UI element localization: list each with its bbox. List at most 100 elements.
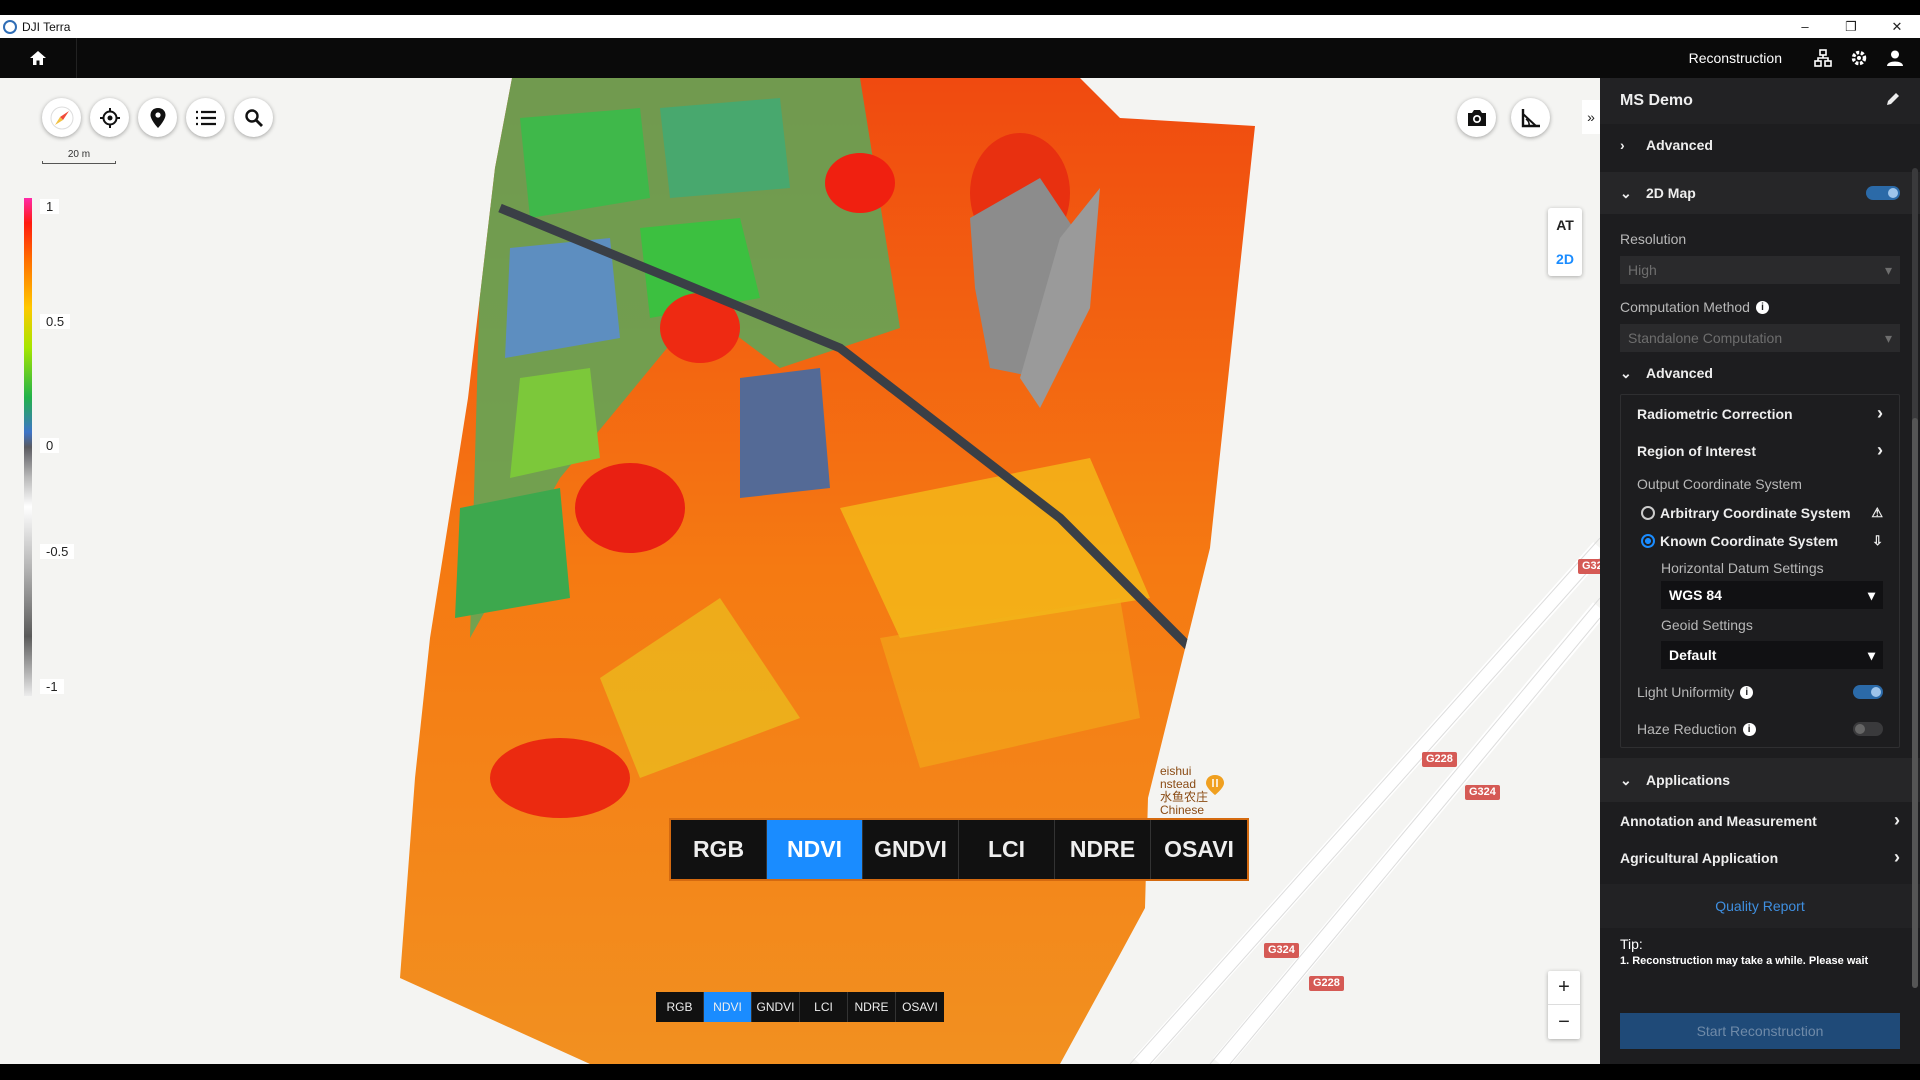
radio-unchecked-icon[interactable] bbox=[1641, 506, 1655, 520]
ruler-angle-icon bbox=[1521, 108, 1540, 127]
agricultural-label: Agricultural Application bbox=[1620, 849, 1779, 866]
start-reconstruction-button[interactable]: Start Reconstruction bbox=[1620, 1013, 1900, 1049]
annotation-label: Annotation and Measurement bbox=[1620, 812, 1817, 829]
project-header: MS Demo bbox=[1600, 78, 1920, 124]
radio-checked-icon[interactable] bbox=[1641, 534, 1655, 548]
account-button[interactable] bbox=[1884, 47, 1906, 69]
map-toolbar bbox=[42, 98, 273, 137]
applications-section[interactable]: ⌄ Applications bbox=[1600, 758, 1920, 802]
horizontal-datum-value: WGS 84 bbox=[1669, 587, 1722, 603]
caret-down-icon: ▾ bbox=[1884, 261, 1892, 278]
map-pin-icon bbox=[150, 107, 165, 128]
applications-label: Applications bbox=[1646, 772, 1731, 788]
computation-label-text: Computation Method bbox=[1620, 299, 1750, 315]
zoom-out-button[interactable]: − bbox=[1548, 1005, 1580, 1039]
crosshair-icon bbox=[99, 107, 120, 128]
band-selector-large: RGB NDVI GNDVI LCI NDRE OSAVI bbox=[669, 818, 1249, 881]
known-cs-label: Known Coordinate System bbox=[1660, 533, 1839, 549]
computation-value: Standalone Computation bbox=[1628, 330, 1783, 346]
chevron-down-icon: ⌄ bbox=[1620, 184, 1632, 201]
restaurant-pin-icon[interactable] bbox=[1205, 774, 1225, 796]
layers-list-button[interactable] bbox=[186, 98, 225, 137]
panel-scrollbar-thumb[interactable] bbox=[1912, 418, 1918, 988]
import-icon[interactable]: ⇩ bbox=[1872, 533, 1883, 549]
info-icon[interactable]: i bbox=[1742, 722, 1756, 736]
locate-button[interactable] bbox=[90, 98, 129, 137]
ndvi-legend-colorbar bbox=[24, 198, 32, 696]
mission-type-title: Reconstruction bbox=[1688, 50, 1782, 66]
geoid-label: Geoid Settings bbox=[1661, 617, 1753, 633]
band-rgb-small[interactable]: RGB bbox=[656, 992, 704, 1022]
computation-label: Computation Method i bbox=[1600, 290, 1920, 324]
advanced-top-toggle[interactable]: › Advanced bbox=[1600, 124, 1920, 166]
band-gndvi-small[interactable]: GNDVI bbox=[752, 992, 800, 1022]
band-ndre[interactable]: NDRE bbox=[1055, 820, 1151, 879]
haze-reduction-toggle[interactable] bbox=[1853, 722, 1883, 736]
legend-label-max: 1 bbox=[40, 199, 60, 214]
edit-name-button[interactable] bbox=[1886, 92, 1900, 111]
band-ndre-small[interactable]: NDRE bbox=[848, 992, 896, 1022]
map-view[interactable]: G32 G228 G324 G324 G228 eishui nstead 水鱼… bbox=[0, 78, 1600, 1064]
view-mode-at[interactable]: AT bbox=[1548, 208, 1582, 242]
band-rgb[interactable]: RGB bbox=[671, 820, 767, 879]
info-icon[interactable]: i bbox=[1740, 685, 1754, 699]
arbitrary-cs-option[interactable]: Arbitrary Coordinate System ⚠ bbox=[1621, 499, 1899, 527]
map2d-toggle[interactable] bbox=[1866, 186, 1900, 200]
band-selector: RGB NDVI GNDVI LCI NDRE OSAVI bbox=[656, 992, 944, 1022]
annotation-row[interactable]: Annotation and Measurement › bbox=[1600, 802, 1920, 839]
agricultural-row[interactable]: Agricultural Application › bbox=[1600, 839, 1920, 876]
network-icon bbox=[1814, 49, 1832, 67]
light-uniformity-toggle[interactable] bbox=[1853, 685, 1883, 699]
tripod-icon[interactable]: ⚠ bbox=[1871, 505, 1883, 521]
view-mode-2d[interactable]: 2D bbox=[1548, 242, 1582, 276]
caret-down-icon: ▾ bbox=[1884, 329, 1892, 346]
chevron-down-icon: ⌄ bbox=[1620, 771, 1632, 788]
screenshot-button[interactable] bbox=[1457, 98, 1496, 137]
band-ndvi[interactable]: NDVI bbox=[767, 820, 863, 879]
computation-select[interactable]: Standalone Computation ▾ bbox=[1620, 324, 1900, 352]
close-button[interactable]: ✕ bbox=[1874, 15, 1920, 38]
advanced-options: Radiometric Correction › Region of Inter… bbox=[1620, 394, 1900, 748]
settings-button[interactable] bbox=[1848, 47, 1870, 69]
band-lci[interactable]: LCI bbox=[959, 820, 1055, 879]
quality-report-link[interactable]: Quality Report bbox=[1600, 884, 1920, 928]
search-icon bbox=[244, 108, 263, 127]
band-osavi-small[interactable]: OSAVI bbox=[896, 992, 944, 1022]
geoid-select[interactable]: Default ▾ bbox=[1661, 641, 1883, 669]
haze-reduction-label: Haze Reduction bbox=[1637, 721, 1737, 737]
zoom-in-button[interactable]: + bbox=[1548, 971, 1580, 1005]
map2d-label: 2D Map bbox=[1646, 185, 1696, 201]
horizontal-datum-select[interactable]: WGS 84 ▾ bbox=[1661, 581, 1883, 609]
legend-label-neg-half: -0.5 bbox=[40, 544, 75, 559]
measure-button[interactable] bbox=[1511, 98, 1550, 137]
band-osavi[interactable]: OSAVI bbox=[1151, 820, 1247, 879]
compass-button[interactable] bbox=[42, 98, 81, 137]
list-icon bbox=[195, 110, 216, 125]
band-ndvi-small[interactable]: NDVI bbox=[704, 992, 752, 1022]
map2d-section[interactable]: ⌄ 2D Map bbox=[1600, 172, 1920, 214]
info-icon[interactable]: i bbox=[1755, 300, 1769, 314]
radiometric-correction-row[interactable]: Radiometric Correction › bbox=[1621, 395, 1899, 432]
cluster-button[interactable] bbox=[1812, 47, 1834, 69]
marker-button[interactable] bbox=[138, 98, 177, 137]
band-lci-small[interactable]: LCI bbox=[800, 992, 848, 1022]
known-cs-option[interactable]: Known Coordinate System ⇩ bbox=[1621, 527, 1899, 555]
resolution-select[interactable]: High ▾ bbox=[1620, 256, 1900, 284]
minimize-button[interactable]: – bbox=[1782, 15, 1828, 38]
home-button[interactable] bbox=[0, 38, 77, 78]
region-of-interest-row[interactable]: Region of Interest › bbox=[1621, 432, 1899, 469]
advanced-section[interactable]: ⌄ Advanced bbox=[1600, 352, 1920, 394]
zoom-controls: + − bbox=[1548, 971, 1580, 1039]
app-header: Reconstruction bbox=[0, 38, 1920, 78]
band-gndvi[interactable]: GNDVI bbox=[863, 820, 959, 879]
chevron-down-icon: ⌄ bbox=[1620, 364, 1632, 381]
pencil-icon bbox=[1887, 92, 1899, 105]
resolution-value: High bbox=[1628, 262, 1657, 278]
tip-title: Tip: bbox=[1620, 936, 1643, 952]
window-titlebar: DJI Terra – ❐ ✕ bbox=[0, 15, 1920, 38]
tip-text: 1. Reconstruction may take a while. Plea… bbox=[1620, 955, 1869, 967]
settings-panel: MS Demo › Advanced ⌄ 2D Map Resolution H… bbox=[1600, 78, 1920, 1064]
restore-button[interactable]: ❐ bbox=[1828, 15, 1874, 38]
search-button[interactable] bbox=[234, 98, 273, 137]
collapse-panel-button[interactable]: » bbox=[1582, 100, 1600, 134]
